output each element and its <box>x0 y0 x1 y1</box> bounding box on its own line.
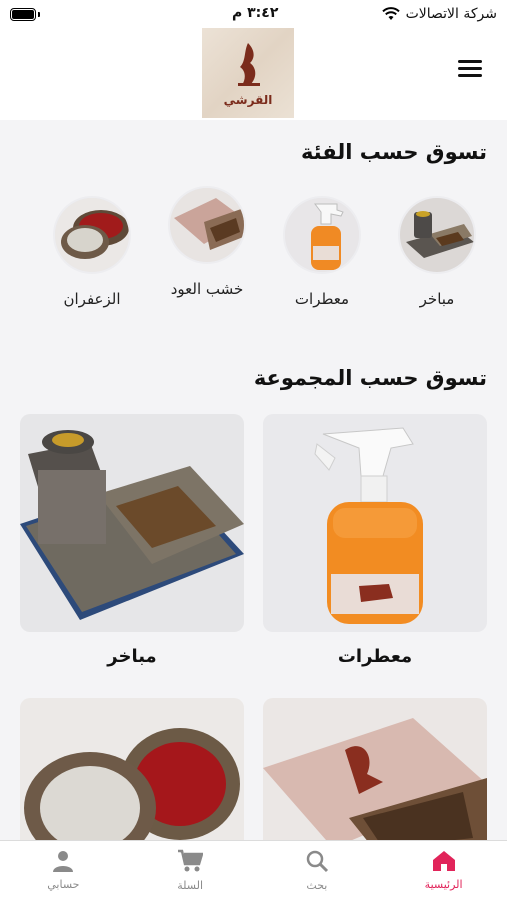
tab-account[interactable]: حسابي <box>0 841 127 900</box>
air-freshener-image <box>283 196 361 274</box>
tab-cart[interactable]: السلة <box>127 841 254 900</box>
tab-home[interactable]: الرئيسية <box>380 841 507 900</box>
collection-card-incense[interactable] <box>20 414 244 632</box>
status-right: شركة الاتصالات <box>381 6 497 22</box>
incense-burner-photo <box>20 414 244 632</box>
collection-label: معطرات <box>337 646 413 667</box>
app-header: القرشي <box>0 28 507 120</box>
app-screen: ٣:٤٢ م شركة الاتصالات القرشي تسوق حسب ال… <box>0 0 507 900</box>
air-freshener-photo <box>263 414 487 632</box>
cart-icon <box>178 849 204 872</box>
category-label: مباخر <box>419 290 455 308</box>
tab-label: الرئيسية <box>424 878 463 891</box>
category-label: معطرات <box>294 290 350 308</box>
status-bar: ٣:٤٢ م شركة الاتصالات <box>0 0 507 28</box>
person-icon <box>53 851 74 872</box>
categories-title: تسوق حسب الفئة <box>300 140 487 164</box>
oud-wood-image <box>168 186 246 264</box>
home-icon <box>432 851 455 871</box>
incense-burner-image <box>398 196 476 274</box>
hamburger-icon <box>458 60 482 63</box>
tab-label: بحث <box>306 879 328 892</box>
hamburger-line <box>458 74 482 77</box>
tab-label: حسابي <box>47 878 80 891</box>
hamburger-menu-button[interactable] <box>458 60 484 82</box>
logo-emblem-icon <box>238 43 260 86</box>
category-label: خشب العود <box>170 280 244 298</box>
category-label: الزعفران <box>63 290 121 308</box>
category-item-saffron[interactable]: الزعفران <box>47 196 137 310</box>
category-item-fresheners[interactable]: معطرات <box>277 196 367 310</box>
carrier-name: شركة الاتصالات <box>405 6 497 22</box>
category-item-incense[interactable]: مباخر <box>392 196 482 310</box>
collection-label: مباخر <box>107 646 157 667</box>
wifi-icon <box>381 7 400 20</box>
brand-logo[interactable]: القرشي <box>202 28 294 118</box>
search-icon <box>306 850 328 873</box>
tab-search[interactable]: بحث <box>254 841 381 900</box>
logo-text: القرشي <box>223 93 273 107</box>
battery-icon <box>10 7 40 21</box>
hamburger-line <box>458 67 482 70</box>
status-time: ٣:٤٢ م <box>232 5 279 21</box>
collection-card-fresheners[interactable] <box>263 414 487 632</box>
saffron-image <box>53 196 131 274</box>
bottom-tab-bar: الرئيسية بحث السلة حسابي <box>0 840 507 900</box>
collections-title: تسوق حسب المجموعة <box>253 366 487 390</box>
tab-label: السلة <box>177 879 203 892</box>
category-item-oud-wood[interactable]: خشب العود <box>162 186 252 300</box>
